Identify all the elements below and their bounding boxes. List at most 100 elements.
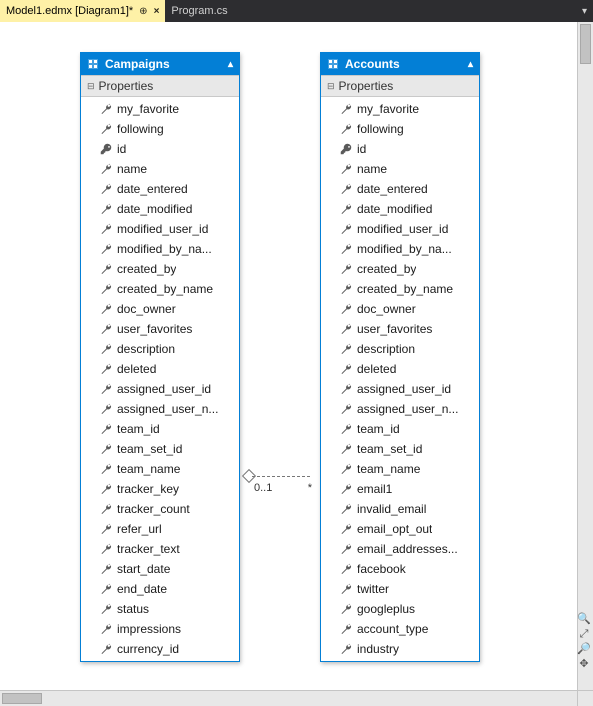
tab-program-cs[interactable]: Program.cs (165, 0, 233, 22)
property-row[interactable]: tracker_text (81, 539, 239, 559)
zoom-in-icon[interactable]: 🔍 (577, 614, 591, 625)
property-row[interactable]: modified_by_na... (321, 239, 479, 259)
property-label: tracker_text (117, 542, 180, 556)
property-row[interactable]: team_name (81, 459, 239, 479)
property-row[interactable]: team_set_id (321, 439, 479, 459)
property-row[interactable]: deleted (81, 359, 239, 379)
property-label: modified_user_id (357, 222, 448, 236)
property-row[interactable]: my_favorite (321, 99, 479, 119)
property-row[interactable]: date_modified (81, 199, 239, 219)
property-row[interactable]: tracker_count (81, 499, 239, 519)
relationship-line[interactable]: 0..1 * (240, 468, 320, 484)
property-row[interactable]: team_id (321, 419, 479, 439)
property-row[interactable]: user_favorites (81, 319, 239, 339)
wrench-icon (99, 623, 112, 635)
property-label: created_by_name (357, 282, 453, 296)
property-row[interactable]: email1 (321, 479, 479, 499)
property-label: assigned_user_n... (357, 402, 458, 416)
property-row[interactable]: description (81, 339, 239, 359)
pin-icon[interactable]: ⊕ (139, 6, 147, 17)
property-row[interactable]: refer_url (81, 519, 239, 539)
property-row[interactable]: currency_id (81, 639, 239, 659)
property-row[interactable]: modified_by_na... (81, 239, 239, 259)
wrench-icon (339, 643, 352, 655)
property-row[interactable]: account_type (321, 619, 479, 639)
wrench-icon (339, 603, 352, 615)
property-label: date_entered (117, 182, 188, 196)
section-label: Properties (339, 79, 394, 93)
entity-accounts[interactable]: Accounts ▴ ⊟ Properties my_favoritefollo… (320, 52, 480, 662)
property-row[interactable]: id (321, 139, 479, 159)
property-label: team_set_id (117, 442, 182, 456)
property-row[interactable]: name (81, 159, 239, 179)
scroll-thumb[interactable] (2, 693, 42, 704)
property-row[interactable]: date_entered (321, 179, 479, 199)
entity-header[interactable]: Accounts ▴ (321, 53, 479, 75)
property-row[interactable]: doc_owner (321, 299, 479, 319)
property-row[interactable]: user_favorites (321, 319, 479, 339)
property-row[interactable]: following (321, 119, 479, 139)
property-row[interactable]: created_by_name (321, 279, 479, 299)
property-row[interactable]: status (81, 599, 239, 619)
property-row[interactable]: description (321, 339, 479, 359)
property-row[interactable]: facebook (321, 559, 479, 579)
property-row[interactable]: email_opt_out (321, 519, 479, 539)
property-row[interactable]: created_by_name (81, 279, 239, 299)
property-row[interactable]: created_by (81, 259, 239, 279)
property-row[interactable]: tracker_key (81, 479, 239, 499)
chevron-up-icon[interactable]: ▴ (468, 59, 473, 70)
property-row[interactable]: created_by (321, 259, 479, 279)
property-row[interactable]: date_entered (81, 179, 239, 199)
property-row[interactable]: name (321, 159, 479, 179)
tab-model-diagram[interactable]: Model1.edmx [Diagram1]* ⊕ × (0, 0, 165, 22)
property-row[interactable]: my_favorite (81, 99, 239, 119)
property-label: assigned_user_id (117, 382, 211, 396)
fit-icon[interactable]: ⤢ (580, 629, 589, 640)
property-row[interactable]: following (81, 119, 239, 139)
tab-overflow-button[interactable]: ▾ (576, 0, 593, 22)
chevron-up-icon[interactable]: ▴ (228, 59, 233, 70)
wrench-icon (339, 203, 352, 215)
collapse-icon[interactable]: ⊟ (327, 81, 335, 92)
property-row[interactable]: doc_owner (81, 299, 239, 319)
property-label: modified_by_na... (357, 242, 452, 256)
entity-campaigns[interactable]: Campaigns ▴ ⊟ Properties my_favoritefoll… (80, 52, 240, 662)
wrench-icon (99, 163, 112, 175)
properties-section-header[interactable]: ⊟ Properties (321, 75, 479, 97)
property-row[interactable]: team_id (81, 419, 239, 439)
close-icon[interactable]: × (154, 6, 160, 17)
property-row[interactable]: id (81, 139, 239, 159)
entity-header[interactable]: Campaigns ▴ (81, 53, 239, 75)
property-row[interactable]: invalid_email (321, 499, 479, 519)
properties-section-header[interactable]: ⊟ Properties (81, 75, 239, 97)
property-row[interactable]: team_name (321, 459, 479, 479)
property-row[interactable]: modified_user_id (321, 219, 479, 239)
property-row[interactable]: assigned_user_id (81, 379, 239, 399)
property-row[interactable]: googleplus (321, 599, 479, 619)
pan-icon[interactable]: ✥ (579, 659, 588, 670)
property-row[interactable]: twitter (321, 579, 479, 599)
wrench-icon (339, 343, 352, 355)
horizontal-scrollbar[interactable] (0, 690, 577, 706)
property-row[interactable]: impressions (81, 619, 239, 639)
property-row[interactable]: industry (321, 639, 479, 659)
designer-canvas[interactable]: Campaigns ▴ ⊟ Properties my_favoritefoll… (0, 22, 577, 690)
vertical-scrollbar[interactable]: 🔍 ⤢ 🔎 ✥ (577, 22, 593, 690)
zoom-out-icon[interactable]: 🔎 (577, 644, 591, 655)
collapse-icon[interactable]: ⊟ (87, 81, 95, 92)
wrench-icon (339, 263, 352, 275)
property-row[interactable]: deleted (321, 359, 479, 379)
property-row[interactable]: modified_user_id (81, 219, 239, 239)
property-row[interactable]: assigned_user_n... (81, 399, 239, 419)
property-row[interactable]: date_modified (321, 199, 479, 219)
property-row[interactable]: end_date (81, 579, 239, 599)
wrench-icon (339, 563, 352, 575)
property-row[interactable]: assigned_user_id (321, 379, 479, 399)
property-row[interactable]: assigned_user_n... (321, 399, 479, 419)
property-row[interactable]: start_date (81, 559, 239, 579)
scroll-thumb[interactable] (580, 24, 591, 64)
property-row[interactable]: email_addresses... (321, 539, 479, 559)
property-label: user_favorites (117, 322, 192, 336)
property-label: my_favorite (117, 102, 179, 116)
property-row[interactable]: team_set_id (81, 439, 239, 459)
